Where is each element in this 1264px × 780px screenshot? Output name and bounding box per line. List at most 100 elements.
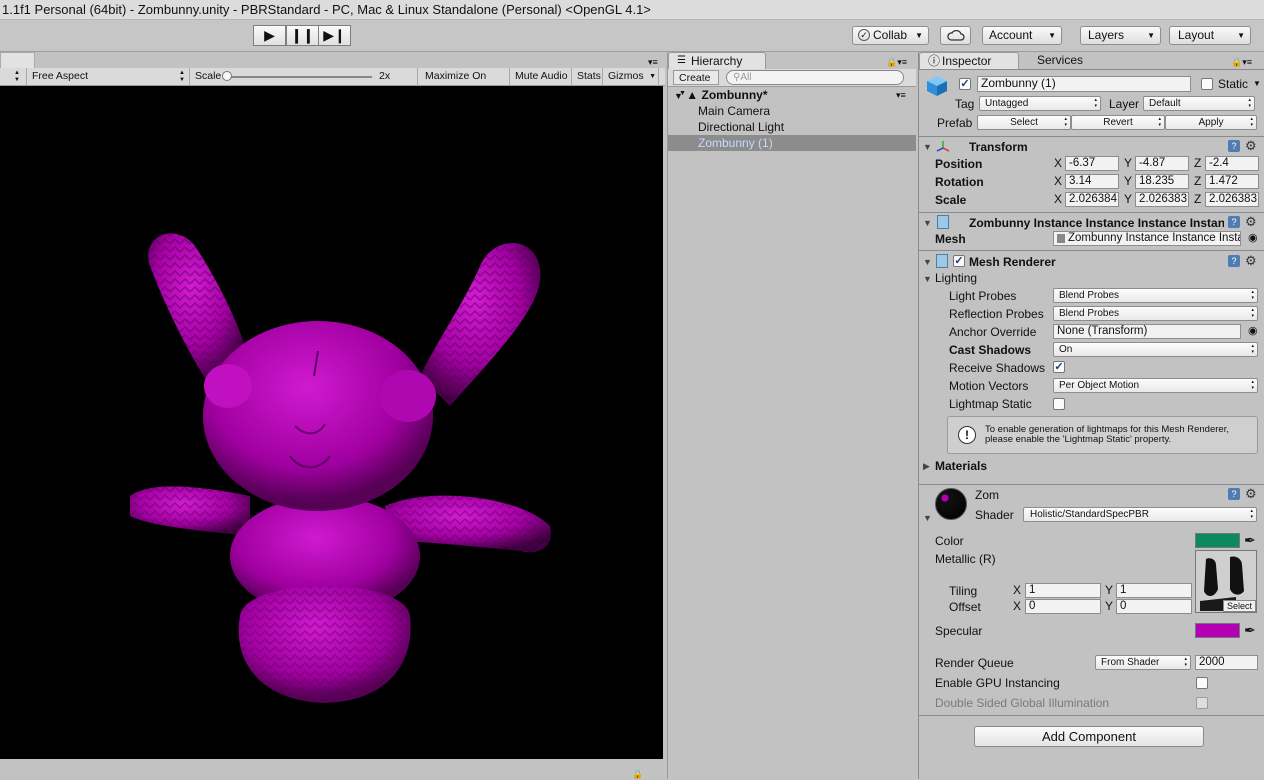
help-icon[interactable]: ? (1228, 216, 1240, 228)
scale-z-field[interactable]: 2.026383 (1205, 192, 1259, 207)
position-z-field[interactable]: -2.4 (1205, 156, 1259, 171)
maximize-on-play-toggle[interactable]: Maximize On Play (420, 68, 510, 99)
tiling-y-field[interactable]: 1 (1116, 583, 1192, 598)
tag-dropdown[interactable]: Untagged (979, 96, 1101, 111)
light-probes-dropdown[interactable]: Blend Probes (1053, 288, 1258, 303)
pause-button[interactable]: ❙❙ (286, 25, 319, 46)
lock-icon[interactable]: 🔒 (632, 769, 643, 780)
step-button[interactable]: ▶❙ (318, 25, 351, 46)
rotation-x-field[interactable]: 3.14 (1065, 174, 1119, 189)
lightmap-info-box: ! To enable generation of lightmaps for … (947, 416, 1258, 454)
scene-row[interactable]: ▼ ▲ Zombunny* ▾≡ (668, 87, 916, 103)
fold-down-icon[interactable]: ▼ (923, 257, 932, 267)
static-dropdown-arrow-icon[interactable]: ▼ (1253, 79, 1261, 88)
scale-x-field[interactable]: 2.026384 (1065, 192, 1119, 207)
rotation-z-field[interactable]: 1.472 (1205, 174, 1259, 189)
gear-icon[interactable]: ⚙ (1245, 487, 1257, 500)
static-checkbox[interactable] (1201, 78, 1213, 90)
y-axis-label: Y (1105, 599, 1114, 613)
render-queue-dropdown[interactable]: From Shader (1095, 655, 1191, 670)
tiling-label: Tiling (949, 584, 978, 598)
prefab-select-button[interactable]: Select (977, 115, 1071, 130)
receive-shadows-checkbox[interactable]: ✓ (1053, 361, 1065, 373)
layers-dropdown[interactable]: Layers ▼ (1080, 26, 1161, 45)
unity-scene-icon: ▲ (686, 88, 699, 102)
list-item-selected[interactable]: Zombunny (1) (668, 135, 916, 151)
x-axis-label: X (1013, 599, 1022, 613)
eyedropper-icon[interactable]: ✒ (1244, 622, 1256, 639)
cast-shadows-dropdown[interactable]: On (1053, 342, 1258, 357)
offset-x-field[interactable]: 0 (1025, 599, 1101, 614)
position-x-field[interactable]: -6.37 (1065, 156, 1119, 171)
render-queue-field[interactable]: 2000 (1195, 655, 1258, 670)
list-item[interactable]: Directional Light (668, 119, 916, 135)
gear-icon[interactable]: ⚙ (1245, 254, 1257, 267)
aspect-dropdown[interactable]: Free Aspect ▲ ▼ (27, 68, 190, 86)
anchor-override-field[interactable]: None (Transform) (1053, 324, 1241, 339)
panel-menu-icon[interactable]: ▾≡ (648, 57, 658, 68)
tiling-x-field[interactable]: 1 (1025, 583, 1101, 598)
color-swatch[interactable] (1195, 533, 1240, 548)
scale-slider-thumb[interactable] (222, 71, 232, 81)
fold-down-icon[interactable]: ▼ (923, 513, 932, 523)
rotation-y-field[interactable]: 18.235 (1135, 174, 1189, 189)
list-item[interactable]: Main Camera (668, 103, 916, 119)
motion-vectors-dropdown[interactable]: Per Object Motion (1053, 378, 1258, 393)
scale-slider-track[interactable] (226, 76, 372, 78)
help-icon[interactable]: ? (1228, 140, 1240, 152)
offset-y-field[interactable]: 0 (1116, 599, 1192, 614)
mesh-object-field[interactable]: Zombunny Instance Instance Instance Inst… (1053, 231, 1241, 246)
stats-toggle[interactable]: Stats (572, 68, 603, 86)
scale-y-field[interactable]: 2.026383 (1135, 192, 1189, 207)
metallic-texture-slot[interactable]: Select (1195, 550, 1257, 613)
prefab-apply-button[interactable]: Apply (1165, 115, 1257, 130)
tab-game[interactable] (0, 52, 35, 68)
add-component-button[interactable]: Add Component (974, 726, 1204, 747)
tab-services[interactable]: Services (1025, 52, 1105, 69)
fold-down-icon[interactable]: ▼ (923, 218, 932, 228)
texture-select-button[interactable]: Select (1222, 600, 1256, 612)
help-icon[interactable]: ? (1228, 488, 1240, 500)
eyedropper-icon[interactable]: ✒ (1244, 532, 1256, 549)
panel-menu-icon[interactable]: 🔒▾≡ (1231, 57, 1252, 68)
hierarchy-search-input[interactable]: ⚲All (726, 70, 904, 85)
object-picker-icon[interactable]: ◉ (1248, 324, 1258, 337)
play-button[interactable]: ▶ (253, 25, 286, 46)
object-picker-icon[interactable]: ◉ (1248, 231, 1258, 244)
layers-label: Layers (1088, 28, 1125, 42)
layer-dropdown[interactable]: Default (1143, 96, 1255, 111)
panel-menu-icon[interactable]: 🔒▾≡ (886, 57, 907, 68)
tab-hierarchy[interactable]: ☰ Hierarchy (668, 52, 766, 69)
display-dropdown[interactable]: ▲ ▼ (0, 68, 27, 86)
tab-inspector[interactable]: ⓘ Inspector (919, 52, 1019, 69)
fold-right-icon[interactable]: ▶ (923, 461, 930, 472)
gpu-instancing-checkbox[interactable] (1196, 677, 1208, 689)
gear-icon[interactable]: ⚙ (1245, 139, 1257, 152)
create-dropdown[interactable]: Create ▼ (673, 70, 719, 97)
active-checkbox[interactable]: ✓ (959, 78, 971, 90)
lightmap-static-checkbox[interactable] (1053, 398, 1065, 410)
position-y-field[interactable]: -4.87 (1135, 156, 1189, 171)
help-icon[interactable]: ? (1228, 255, 1240, 267)
gizmos-dropdown[interactable]: Gizmos ▼ (603, 68, 659, 86)
lightmap-static-label: Lightmap Static (949, 397, 1032, 411)
account-label: Account (989, 28, 1033, 42)
layout-dropdown[interactable]: Layout ▼ (1169, 26, 1251, 45)
game-viewport[interactable] (0, 86, 663, 759)
shader-dropdown[interactable]: Holistic/StandardSpecPBR (1023, 507, 1257, 522)
account-dropdown[interactable]: Account ▼ (982, 26, 1062, 45)
collab-button[interactable]: ✓ Collab ▼ (852, 26, 929, 45)
fold-down-icon[interactable]: ▼ (923, 274, 932, 284)
reflection-probes-dropdown[interactable]: Blend Probes (1053, 306, 1258, 321)
cloud-button[interactable] (940, 26, 971, 45)
mute-audio-toggle[interactable]: Mute Audio (510, 68, 572, 86)
object-name-field[interactable]: Zombunny (1) (977, 76, 1191, 92)
gear-icon[interactable]: ⚙ (1245, 215, 1257, 228)
metallic-label: Metallic (R) (935, 552, 996, 566)
specular-swatch[interactable] (1195, 623, 1240, 638)
fold-down-icon[interactable]: ▼ (923, 142, 932, 152)
stats-label: Stats (577, 70, 601, 82)
mesh-renderer-enabled-checkbox[interactable]: ✓ (953, 255, 965, 267)
prefab-revert-button[interactable]: Revert (1071, 115, 1165, 130)
scene-menu-icon[interactable]: ▾≡ (896, 87, 906, 103)
